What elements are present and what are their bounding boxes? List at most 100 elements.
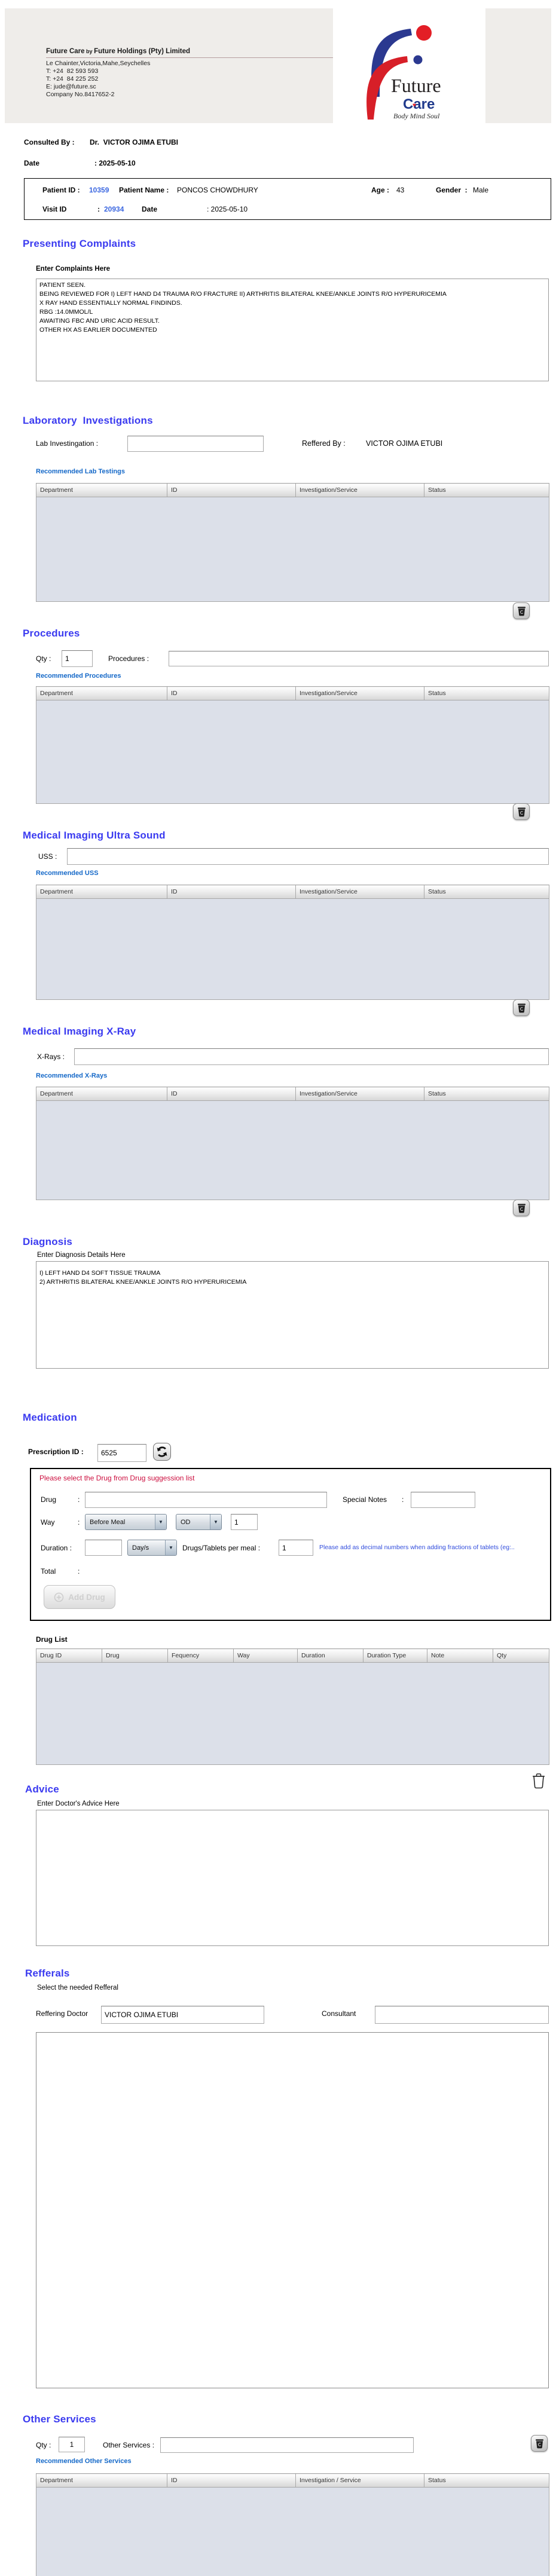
xray-col-department: Department <box>36 1087 167 1101</box>
procedures-input-label: Procedures : <box>108 654 149 663</box>
drug-list-delete-button[interactable] <box>531 1772 546 1791</box>
referred-by-label: Reffered By : <box>302 439 346 448</box>
diagnosis-textarea[interactable]: I) LEFT HAND D4 SOFT TISSUE TRAUMA 2) AR… <box>36 1261 549 1369</box>
uss-table: Department ID Investigation/Service Stat… <box>36 885 549 1000</box>
other-input-label: Other Services : <box>103 2441 154 2449</box>
total-colon: : <box>78 1567 80 1575</box>
consulted-by-value: Dr. VICTOR OJIMA ETUBI <box>90 138 178 146</box>
uss-col-service: Investigation/Service <box>296 885 424 899</box>
company-address: Le Chainter,Victoria,Mahe,Seychelles <box>46 60 340 68</box>
patient-id-value: 10359 <box>89 186 109 194</box>
drug-col-note: Note <box>427 1649 493 1663</box>
patient-age-label: Age : <box>371 186 389 194</box>
uss-col-id: ID <box>167 885 296 899</box>
drug-input[interactable] <box>85 1492 327 1508</box>
recommended-lab-link[interactable]: Recommended Lab Testings <box>36 468 125 475</box>
svg-text:Body Mind Soul: Body Mind Soul <box>393 112 440 120</box>
duration-input[interactable] <box>85 1540 122 1556</box>
other-services-input[interactable] <box>160 2437 414 2453</box>
add-drug-button[interactable]: Add Drug <box>44 1585 115 1609</box>
chevron-down-icon: ▼ <box>165 1540 176 1555</box>
uss-input-label: USS : <box>38 852 57 861</box>
uss-table-body <box>36 899 549 1000</box>
xray-col-status: Status <box>424 1087 549 1101</box>
patient-info-box: Patient ID : 10359 Patient Name : PONCOS… <box>24 178 551 220</box>
logo-red-dot <box>416 25 432 41</box>
meal-time-select[interactable]: Before Meal ▼ <box>85 1514 167 1530</box>
procedures-delete-button[interactable] <box>513 803 530 820</box>
other-col-id: ID <box>167 2474 296 2488</box>
referral-list-box[interactable] <box>36 2032 549 2388</box>
xray-input[interactable] <box>74 1048 549 1065</box>
uss-delete-button[interactable] <box>513 999 530 1016</box>
drug-col-duration-type: Duration Type <box>363 1649 427 1663</box>
drug-col-qty: Qty <box>493 1649 549 1663</box>
patient-gender-value: Male <box>473 186 488 194</box>
uss-input[interactable] <box>67 848 549 865</box>
company-info: Future Care by Future Holdings (Pty) Lim… <box>46 48 340 99</box>
logo-panel: Future Care ♥ Body Mind Soul <box>333 8 485 123</box>
consult-date-label: Date <box>24 159 39 167</box>
consultant-label: Consultant <box>322 2009 356 2018</box>
other-qty-input[interactable] <box>59 2437 85 2452</box>
special-notes-input[interactable] <box>411 1492 475 1508</box>
other-services-table: Department ID Investigation / Service St… <box>36 2473 549 2576</box>
recommended-procedures-link[interactable]: Recommended Procedures <box>36 672 121 680</box>
other-col-department: Department <box>36 2474 167 2488</box>
recommended-xray-link[interactable]: Recommended X-Rays <box>36 1072 107 1079</box>
frequency-select[interactable]: OD ▼ <box>176 1514 222 1530</box>
patient-age-value: 43 <box>396 186 404 194</box>
visit-date-label: Date <box>142 205 157 213</box>
per-meal-input[interactable] <box>279 1540 313 1556</box>
procedures-qty-input[interactable] <box>62 650 93 667</box>
trash-outline-icon <box>531 1772 546 1789</box>
refresh-prescription-button[interactable] <box>153 1443 171 1461</box>
consultant-input[interactable] <box>375 2006 549 2024</box>
prescription-id-input[interactable] <box>97 1444 146 1462</box>
procedures-input[interactable] <box>169 651 549 666</box>
lab-col-status: Status <box>424 484 549 497</box>
procedures-qty-label: Qty : <box>36 654 51 663</box>
other-delete-button[interactable] <box>531 2435 548 2452</box>
referrals-title: Refferals <box>25 1968 70 1980</box>
trash-icon <box>535 2439 544 2449</box>
diagnosis-label: Enter Diagnosis Details Here <box>37 1252 126 1259</box>
lab-delete-button[interactable] <box>513 602 530 619</box>
xray-col-service: Investigation/Service <box>296 1087 424 1101</box>
proc-col-status: Status <box>424 687 549 700</box>
xray-title: Medical Imaging X-Ray <box>23 1026 136 1038</box>
lab-table: Department ID Investigation/Service Stat… <box>36 483 549 602</box>
diagnosis-title: Diagnosis <box>23 1236 72 1248</box>
advice-textarea[interactable] <box>36 1810 549 1946</box>
fraction-hint-text: Please add as decimal numbers when addin… <box>319 1544 550 1551</box>
lab-title: Laboratory Investigations <box>23 415 153 427</box>
uss-col-status: Status <box>424 885 549 899</box>
duration-label: Duration : <box>41 1544 72 1552</box>
xray-col-id: ID <box>167 1087 296 1101</box>
referrals-label: Select the needed Refferal <box>37 1984 118 1991</box>
company-number: Company No.8417652-2 <box>46 91 340 99</box>
plus-circle-icon <box>54 1592 64 1602</box>
future-care-logo-icon: Future Care ♥ Body Mind Soul <box>333 8 485 123</box>
svg-text:Future: Future <box>391 75 441 96</box>
way-qty-input[interactable] <box>231 1514 258 1530</box>
special-notes-colon: : <box>402 1495 404 1504</box>
advice-label: Enter Doctor's Advice Here <box>37 1800 120 1807</box>
special-notes-label: Special Notes <box>343 1495 387 1504</box>
complaints-textarea[interactable]: PATIENT SEEN. BEING REVIEWED FOR I) LEFT… <box>36 279 549 381</box>
lab-investigation-input[interactable] <box>127 436 264 452</box>
procedures-table-body <box>36 700 549 804</box>
other-col-service: Investigation / Service <box>296 2474 424 2488</box>
recommended-other-link[interactable]: Recommended Other Services <box>36 2458 132 2465</box>
xray-delete-button[interactable] <box>513 1200 530 1216</box>
duration-unit-select[interactable]: Day/s ▼ <box>127 1540 177 1556</box>
referring-doctor-input[interactable] <box>101 2006 264 2024</box>
patient-id-label: Patient ID : <box>42 186 80 194</box>
refresh-icon <box>156 1446 168 1458</box>
way-colon: : <box>78 1518 80 1526</box>
recommended-uss-link[interactable]: Recommended USS <box>36 870 99 877</box>
patient-name-label: Patient Name : <box>119 186 169 194</box>
visit-id-value: 20934 <box>104 205 124 213</box>
company-name: Future Care by Future Holdings (Pty) Lim… <box>46 48 340 58</box>
proc-col-id: ID <box>167 687 296 700</box>
